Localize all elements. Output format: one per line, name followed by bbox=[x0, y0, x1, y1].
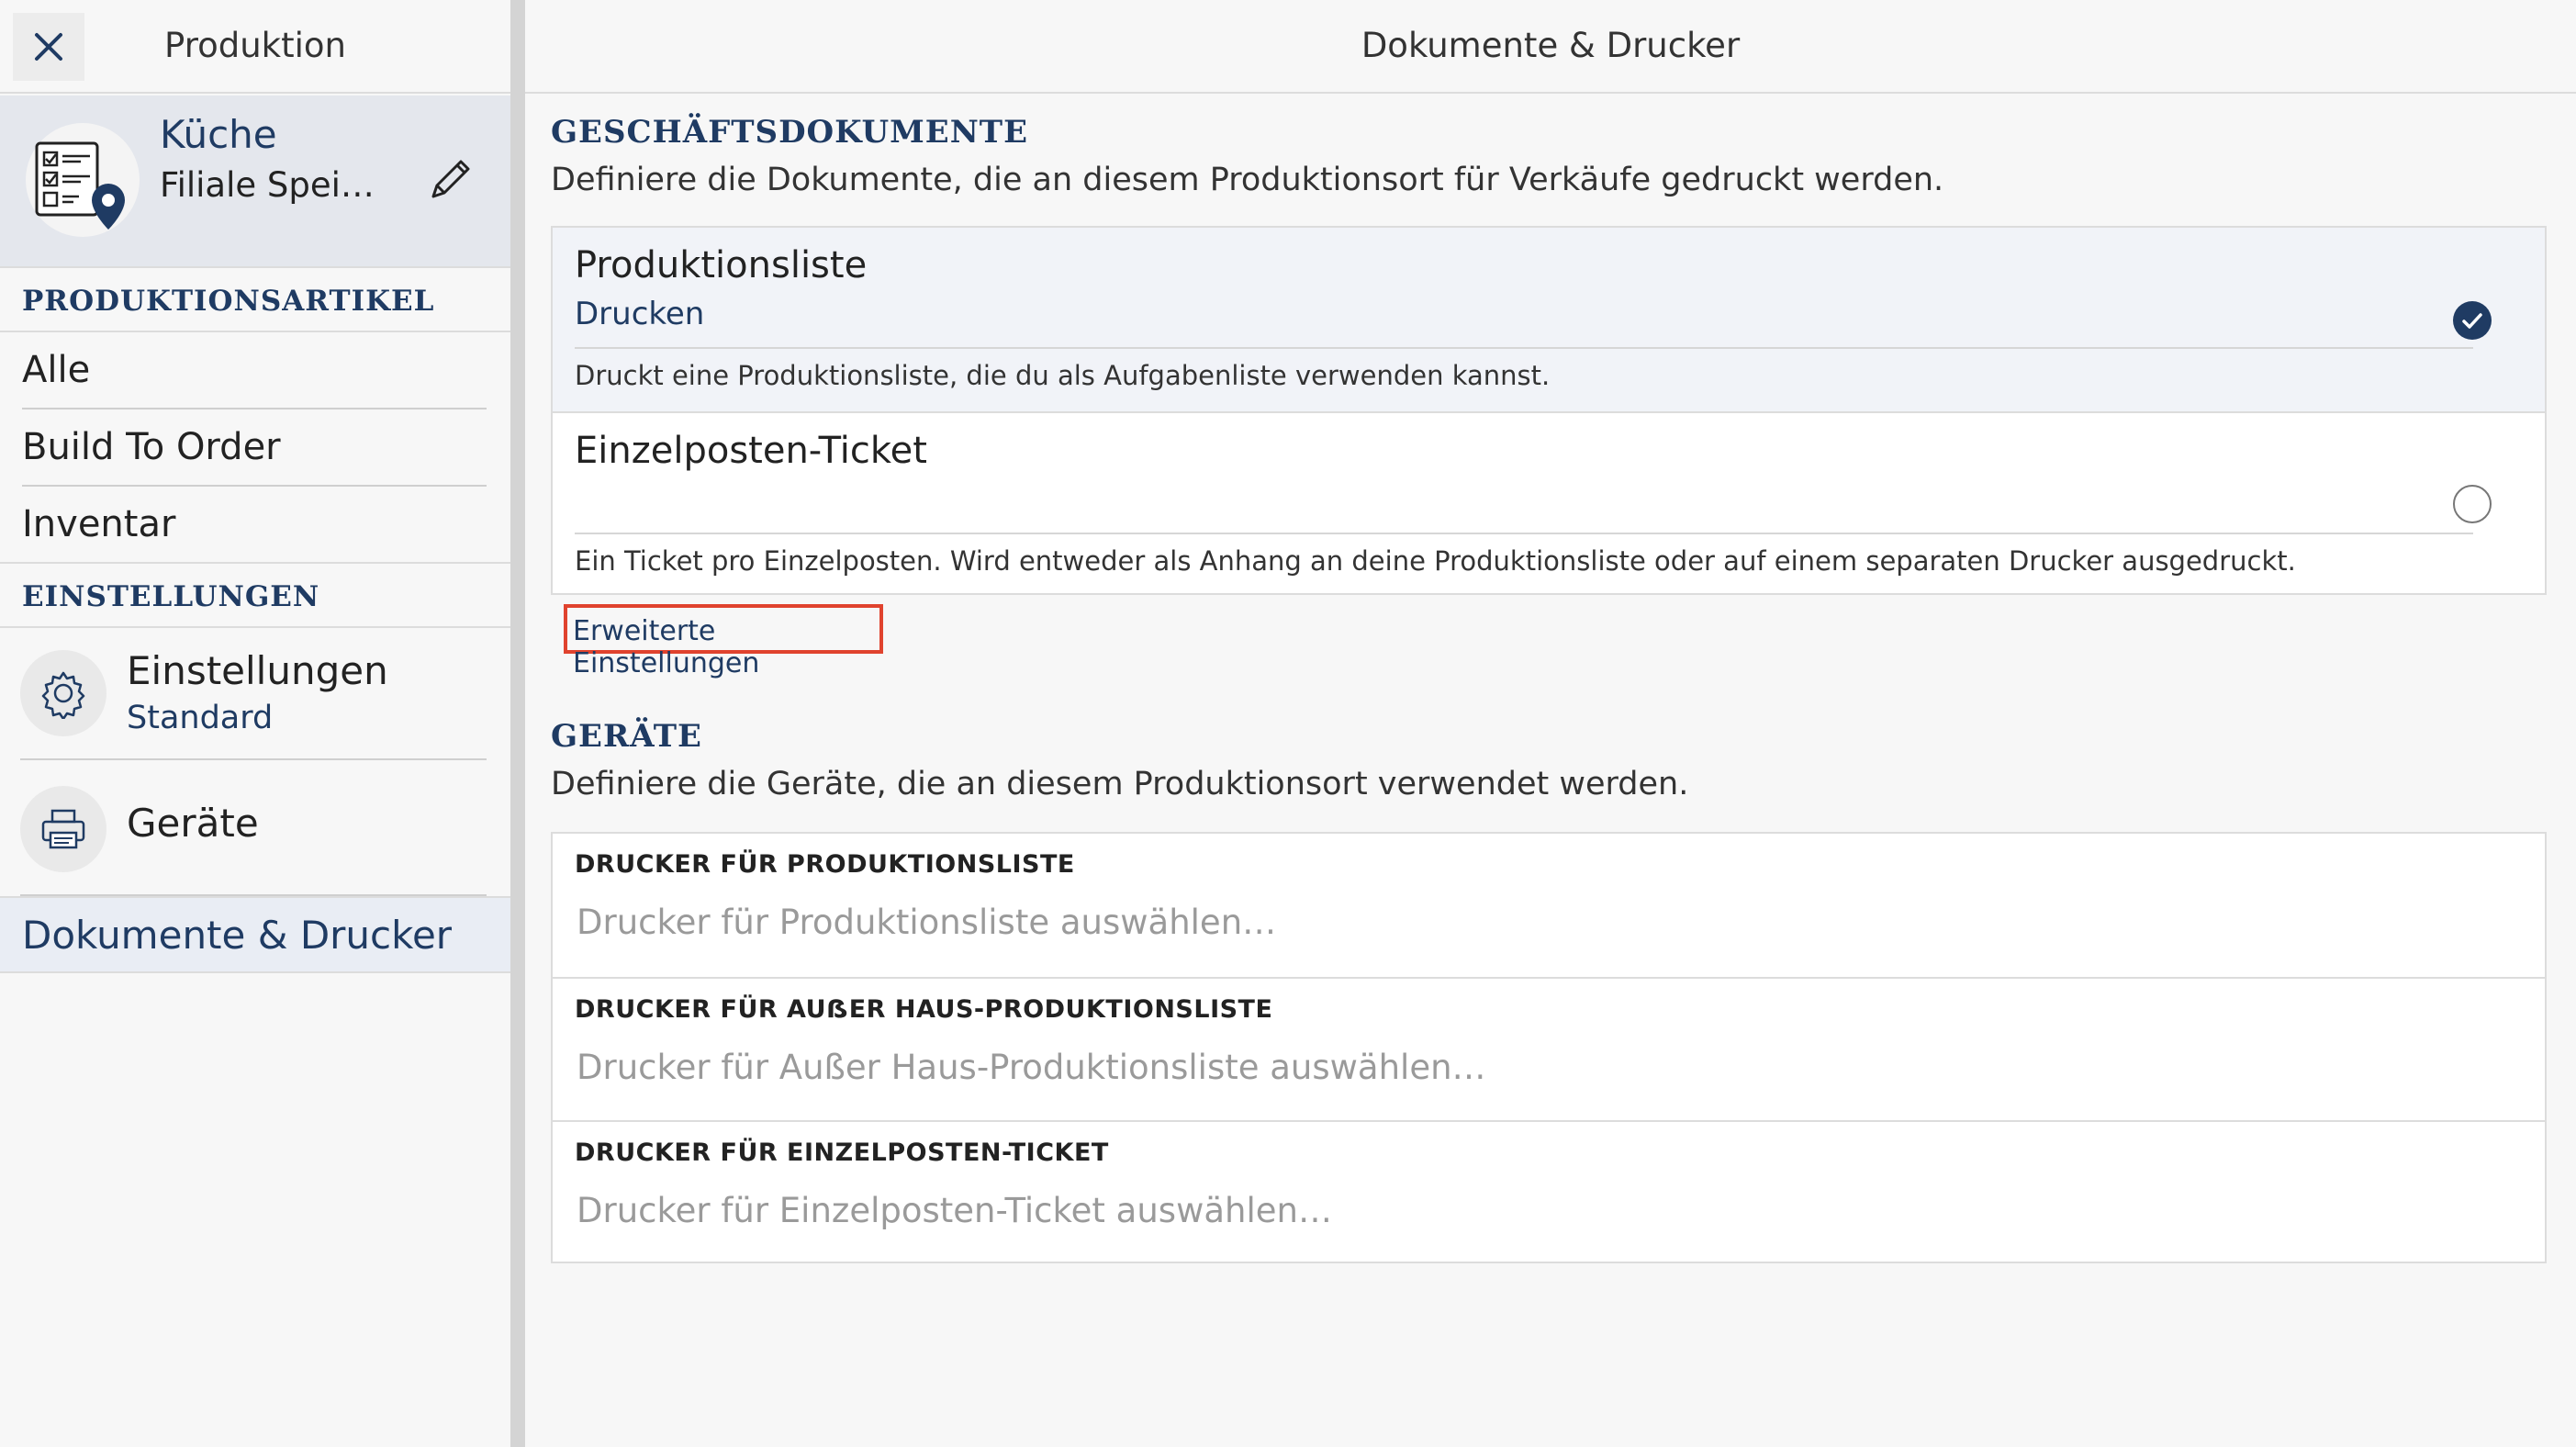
section-description-business-docs: Definiere die Dokumente, die an diesem P… bbox=[551, 162, 1944, 198]
document-name: Einzelposten-Ticket bbox=[575, 430, 927, 472]
section-heading-devices: GERÄTE bbox=[551, 718, 702, 755]
documents-list: Produktionsliste Drucken Druckt eine Pro… bbox=[551, 226, 2547, 595]
gear-icon bbox=[20, 650, 106, 736]
checked-icon[interactable] bbox=[2453, 301, 2492, 340]
app-window: Produktion Küche Filiale Spei… PRODUKTIO… bbox=[0, 0, 2576, 1447]
pencil-icon[interactable] bbox=[422, 152, 477, 208]
document-name: Produktionsliste bbox=[575, 244, 868, 286]
section-heading-settings: EINSTELLUNGEN bbox=[0, 562, 510, 628]
printer-icon bbox=[20, 786, 106, 872]
sidebar-item-build-to-order[interactable]: Build To Order bbox=[22, 409, 487, 487]
item-ticket-printer-field[interactable] bbox=[575, 1181, 2503, 1239]
document-action: Drucken bbox=[575, 296, 705, 332]
sidebar-item-einstellungen[interactable]: Einstellungen Standard bbox=[0, 628, 510, 760]
section-heading-production-items: PRODUKTIONSARTIKEL bbox=[0, 266, 510, 332]
devices-list: DRUCKER FÜR PRODUKTIONSLISTE DRUCKER FÜR… bbox=[551, 832, 2547, 1263]
sidebar-item-inventar[interactable]: Inventar bbox=[22, 487, 487, 564]
field-label: DRUCKER FÜR PRODUKTIONSLISTE bbox=[575, 850, 1075, 879]
devices-title: Geräte bbox=[127, 801, 259, 846]
page-title: Dokumente & Drucker bbox=[1361, 26, 1741, 65]
field-label: DRUCKER FÜR AUẞER HAUS-PRODUKTIONSLISTE bbox=[575, 995, 1273, 1024]
sidebar-item-geraete[interactable]: Geräte bbox=[0, 760, 510, 896]
document-item-einzelposten-ticket[interactable]: Einzelposten-Ticket Ein Ticket pro Einze… bbox=[553, 411, 2545, 595]
advanced-settings-link[interactable]: Erweiterte Einstellungen bbox=[564, 604, 883, 679]
location-subtitle: Filiale Spei… bbox=[160, 165, 375, 205]
divider bbox=[575, 533, 2473, 534]
sidebar-item-dokumente-drucker[interactable]: Dokumente & Drucker bbox=[0, 896, 510, 973]
main-panel: Dokumente & Drucker GESCHÄFTSDOKUMENTE D… bbox=[525, 0, 2576, 1447]
document-description: Ein Ticket pro Einzelposten. Wird entwed… bbox=[575, 545, 2296, 577]
settings-subtitle: Standard bbox=[127, 700, 274, 736]
field-label: DRUCKER FÜR EINZELPOSTEN-TICKET bbox=[575, 1139, 1109, 1167]
pane-divider[interactable] bbox=[510, 0, 525, 1447]
main-header: Dokumente & Drucker bbox=[525, 0, 2576, 94]
divider bbox=[575, 347, 2473, 349]
sidebar: Produktion Küche Filiale Spei… PRODUKTIO… bbox=[0, 0, 510, 1447]
device-row-production-list-printer: DRUCKER FÜR PRODUKTIONSLISTE bbox=[553, 834, 2545, 977]
takeaway-list-printer-field[interactable] bbox=[575, 1038, 2503, 1096]
location-checklist-icon bbox=[26, 123, 140, 237]
section-description-devices: Definiere die Geräte, die an diesem Prod… bbox=[551, 766, 1689, 802]
settings-title: Einstellungen bbox=[127, 648, 388, 693]
document-description: Druckt eine Produktionsliste, die du als… bbox=[575, 360, 1551, 391]
production-list-printer-field[interactable] bbox=[575, 892, 2503, 951]
location-card[interactable]: Küche Filiale Spei… bbox=[0, 95, 510, 266]
sidebar-title: Produktion bbox=[164, 26, 346, 65]
location-name: Küche bbox=[160, 112, 277, 157]
section-heading-business-docs: GESCHÄFTSDOKUMENTE bbox=[551, 114, 1028, 151]
unchecked-radio-icon[interactable] bbox=[2453, 485, 2492, 523]
device-row-item-ticket-printer: DRUCKER FÜR EINZELPOSTEN-TICKET bbox=[553, 1120, 2545, 1263]
sidebar-item-alle[interactable]: Alle bbox=[22, 332, 487, 409]
sidebar-header: Produktion bbox=[0, 0, 510, 94]
document-item-produktionsliste[interactable]: Produktionsliste Drucken Druckt eine Pro… bbox=[553, 228, 2545, 411]
device-row-takeaway-printer: DRUCKER FÜR AUẞER HAUS-PRODUKTIONSLISTE bbox=[553, 977, 2545, 1120]
